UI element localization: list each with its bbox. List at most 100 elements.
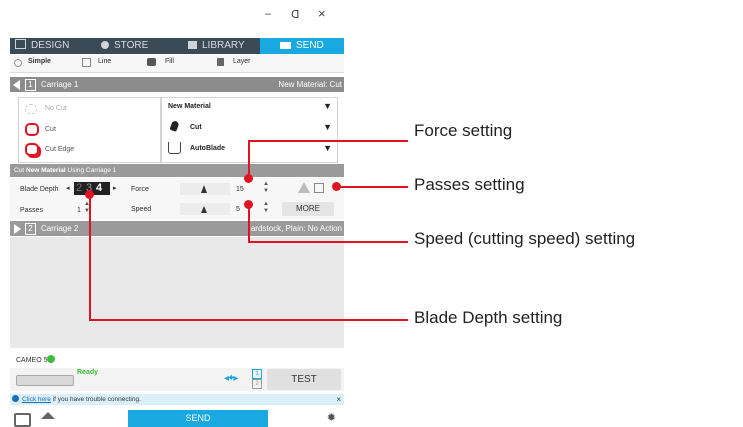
carriage-2-header[interactable]: 2 Carriage 2 ardstock, Plain: No Action — [10, 221, 344, 236]
speed-stepper[interactable]: ▲ ▼ — [263, 201, 269, 215]
grid-icon — [15, 39, 26, 49]
tab-simple[interactable]: Simple — [28, 58, 51, 65]
blade-depth-leader-vertical — [89, 194, 91, 321]
speed-slider[interactable] — [180, 203, 230, 215]
carriage-material: New Material: Cut — [278, 80, 342, 89]
blade-depth-leader-horizontal — [89, 319, 408, 321]
force-slider[interactable] — [180, 183, 230, 195]
tab-design[interactable]: DESIGN — [10, 38, 92, 54]
carriage-slot-1[interactable]: 1 — [252, 369, 262, 379]
action-value: Cut — [190, 124, 202, 131]
blade-triangle-icon[interactable] — [298, 182, 310, 193]
help-close-button[interactable]: × — [336, 394, 341, 405]
test-button[interactable]: TEST — [267, 369, 341, 390]
send-machine-icon — [280, 42, 291, 49]
simple-radio-icon[interactable] — [14, 59, 22, 67]
carriage-label: Carriage 1 — [41, 80, 79, 89]
blade-depth-label: Blade Depth — [20, 186, 59, 193]
minimize-button[interactable]: – — [265, 8, 271, 20]
passes-leader — [336, 186, 408, 188]
cut-banner-prefix: Cut — [14, 167, 25, 174]
top-nav: DESIGN STORE LIBRARY SEND — [10, 38, 344, 54]
material-dropdown[interactable]: New Material ▼ — [166, 101, 334, 115]
graduation-cap-icon[interactable] — [41, 412, 55, 419]
help-link[interactable]: Click here — [22, 396, 51, 403]
expand-arrow-icon — [14, 224, 21, 234]
blade-depth-increase[interactable]: ▸ — [113, 184, 117, 192]
carriage-material: ardstock, Plain: No Action — [250, 224, 342, 233]
device-panel: Ready ◂✦▸ 1 2 TEST — [10, 368, 344, 391]
carriage-1-header[interactable]: 1 Carriage 1 New Material: Cut — [10, 77, 344, 92]
speed-leader-vertical — [248, 204, 250, 242]
tab-line[interactable]: Line — [98, 58, 111, 65]
force-stepper[interactable]: ▲ ▼ — [263, 181, 269, 195]
help-bar: Click here if you have trouble connectin… — [10, 394, 344, 405]
line-style-list: No Cut Cut Cut Edge — [18, 97, 161, 163]
help-text: if you have trouble connecting. — [52, 396, 141, 403]
cut-label: Cut — [45, 126, 56, 133]
passes-label: Passes — [20, 207, 43, 214]
device-status: CAMEO 5 — [10, 348, 344, 368]
carriage-number: 2 — [25, 223, 36, 235]
blade-depth-current: 4 — [96, 182, 103, 194]
autoblade-icon — [168, 142, 181, 154]
passes-value: 1 — [77, 207, 81, 214]
force-slider-thumb[interactable] — [201, 185, 207, 193]
cut-icon — [25, 123, 39, 136]
settings-gear-icon[interactable]: ✹ — [327, 411, 336, 424]
cutter-icon[interactable] — [14, 413, 31, 427]
material-value: New Material — [168, 103, 211, 110]
tab-library[interactable]: LIBRARY — [176, 38, 260, 54]
tab-store[interactable]: STORE — [92, 38, 176, 54]
more-button[interactable]: MORE — [282, 202, 334, 216]
device-name: CAMEO 5 — [16, 357, 48, 364]
blade-depth-option[interactable]: 2 — [76, 182, 82, 194]
cut-banner-material: New Material — [25, 167, 66, 174]
blade-depth-decrease[interactable]: ◂ — [66, 184, 70, 192]
dropdown-arrow-icon: ▼ — [323, 101, 332, 111]
cut-banner: Cut New Material Using Carriage 1 — [10, 164, 344, 177]
footer: SEND ✹ — [10, 408, 344, 427]
speed-slider-thumb[interactable] — [201, 206, 207, 213]
check-icon — [47, 355, 55, 363]
force-callout: Force setting — [414, 121, 513, 140]
square-icon[interactable] — [314, 183, 324, 193]
carriage-number: 1 — [25, 79, 36, 91]
line-style-cut-edge[interactable]: Cut Edge — [25, 142, 155, 158]
tab-send[interactable]: SEND — [260, 38, 344, 54]
force-leader-vertical — [248, 141, 250, 178]
close-button[interactable]: × — [318, 6, 326, 21]
force-leader-horizontal — [248, 140, 408, 142]
plotter-image — [16, 375, 74, 386]
silhouette-send-panel: – ᗡ × DESIGN STORE LIBRARY SEND Simple L… — [4, 0, 344, 427]
dropdown-arrow-icon: ▼ — [323, 143, 332, 153]
line-icon — [82, 58, 91, 67]
tool-value: AutoBlade — [190, 145, 225, 152]
dropdown-arrow-icon: ▼ — [323, 122, 332, 132]
library-icon — [188, 41, 197, 49]
tool-dropdown[interactable]: AutoBlade ▼ — [166, 140, 334, 158]
force-marker — [244, 174, 253, 183]
collapse-arrow-icon — [13, 80, 20, 90]
cut-banner-suffix: Using Carriage 1 — [67, 167, 117, 174]
cut-action-icon — [169, 120, 180, 132]
line-style-no-cut[interactable]: No Cut — [25, 102, 155, 118]
carriage-slot-2[interactable]: 2 — [252, 379, 262, 389]
force-label: Force — [131, 186, 149, 193]
store-icon — [101, 41, 109, 49]
tab-fill[interactable]: Fill — [165, 58, 174, 65]
line-style-cut[interactable]: Cut — [25, 122, 155, 138]
maximize-button[interactable]: ᗡ — [291, 8, 299, 21]
speed-callout: Speed (cutting speed) setting — [414, 229, 636, 248]
action-dropdown[interactable]: Cut ▼ — [166, 120, 334, 136]
move-arrows-icon[interactable]: ◂✦▸ — [224, 373, 238, 384]
info-icon — [12, 395, 19, 402]
layer-icon — [217, 58, 224, 66]
force-value: 15 — [236, 186, 244, 193]
fill-icon — [147, 58, 156, 66]
speed-label: Speed — [131, 206, 152, 213]
send-button[interactable]: SEND — [128, 410, 268, 427]
blade-depth-callout: Blade Depth setting — [414, 308, 563, 327]
tab-layer[interactable]: Layer — [233, 58, 251, 65]
send-workspace — [10, 237, 344, 348]
